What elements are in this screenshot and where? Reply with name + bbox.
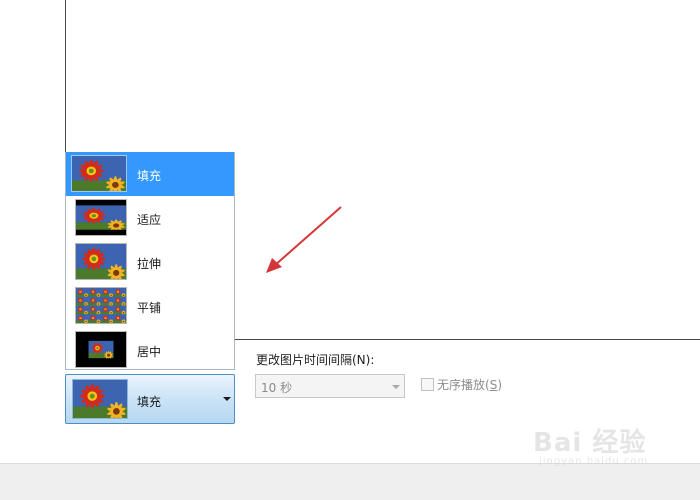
watermark-main-text: Bai 经验 xyxy=(533,428,647,458)
shuffle-label-text: 无序播放 xyxy=(437,378,486,392)
wallpaper-tile-thumbnail-icon xyxy=(75,287,127,324)
position-option-label: 平铺 xyxy=(137,301,162,315)
position-option-fill[interactable]: 填充 xyxy=(66,152,234,196)
position-option-fit[interactable]: 适应 xyxy=(66,196,234,240)
position-option-label: 填充 xyxy=(137,169,162,183)
interval-label: 更改图片时间间隔(N): xyxy=(256,353,375,367)
shuffle-checkbox[interactable] xyxy=(421,378,434,391)
position-option-tile[interactable]: 平铺 xyxy=(66,284,234,328)
picture-position-current-label: 填充 xyxy=(137,395,162,409)
position-option-center[interactable]: 居中 xyxy=(66,328,234,372)
shuffle-accelerator: S xyxy=(489,378,498,392)
interval-select-value: 10 秒 xyxy=(261,381,293,395)
position-option-label: 居中 xyxy=(137,345,162,359)
picture-position-dropdown-list: 填充 适应 拉伸 平铺 居中 xyxy=(65,152,235,370)
wallpaper-fill-thumbnail-icon xyxy=(71,155,127,192)
arrow-annotation-icon xyxy=(266,206,342,273)
wallpaper-fill-thumbnail-icon xyxy=(72,379,128,419)
interval-select[interactable]: 10 秒 xyxy=(255,374,405,398)
watermark-sub-text: jingyan.baidu.com xyxy=(539,456,649,467)
position-option-stretch[interactable]: 拉伸 xyxy=(66,240,234,284)
baidu-jingyan-watermark: Bai 经验 jingyan.baidu.com xyxy=(533,422,673,470)
shuffle-label[interactable]: 无序播放(S) xyxy=(437,376,502,393)
picture-position-combobox[interactable]: 填充 xyxy=(65,374,235,424)
wallpaper-center-thumbnail-icon xyxy=(75,331,127,368)
wallpaper-stretch-thumbnail-icon xyxy=(75,243,127,280)
wallpaper-fit-thumbnail-icon xyxy=(75,199,127,236)
chevron-down-icon[interactable] xyxy=(392,385,400,389)
position-option-label: 拉伸 xyxy=(137,257,162,271)
chevron-down-icon[interactable] xyxy=(223,397,231,401)
position-option-label: 适应 xyxy=(137,213,162,227)
